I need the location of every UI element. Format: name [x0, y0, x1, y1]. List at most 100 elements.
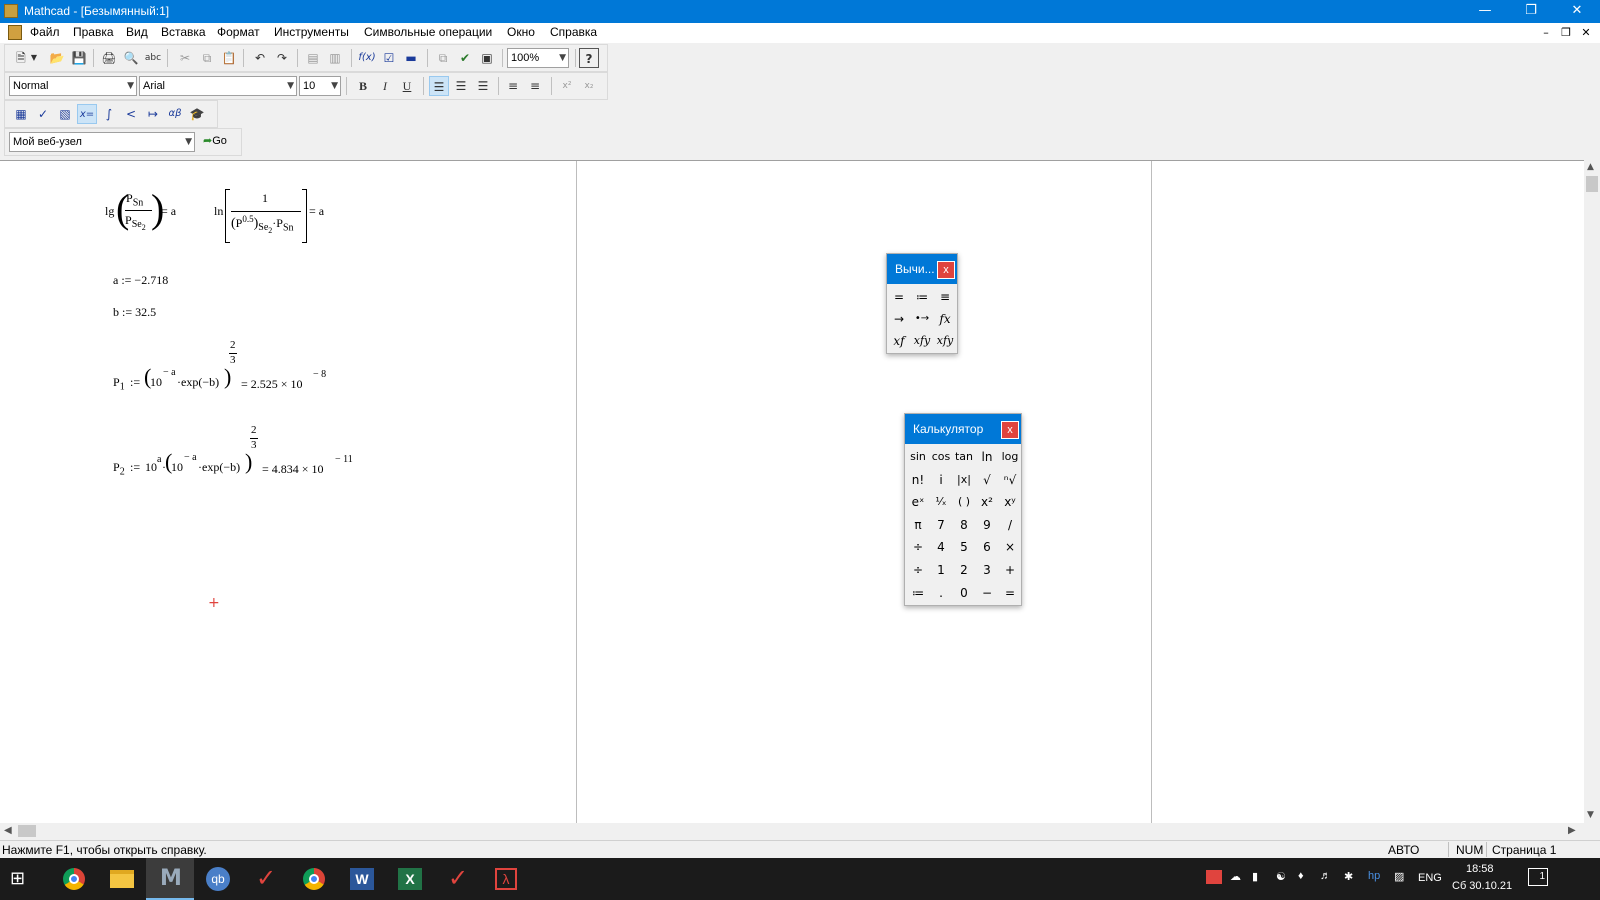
evaluation-palette-close-button[interactable]: x — [937, 261, 955, 279]
bold-button[interactable]: B — [353, 76, 373, 96]
calc-decimal-point-button[interactable]: . — [930, 582, 952, 604]
underline-button[interactable]: U — [397, 76, 417, 96]
calc-cos-button[interactable]: cos — [930, 446, 952, 468]
calc-digit-8-button[interactable]: 8 — [953, 514, 975, 536]
network-share-tray-icon[interactable]: ☁ — [1230, 870, 1241, 883]
zoom-select[interactable]: 100% ▼ — [507, 48, 569, 68]
calc-pi-button[interactable]: π — [907, 514, 929, 536]
calc-log-button[interactable]: log — [999, 446, 1021, 468]
menu-file[interactable]: Файл — [30, 25, 60, 39]
save-icon[interactable]: 💾 — [69, 48, 89, 68]
component-wizard-icon[interactable]: ⧉ — [433, 48, 453, 68]
menu-tools[interactable]: Инструменты — [274, 25, 349, 39]
equation-ln[interactable]: ln 1 (P0.5)Se2·PSn = a — [214, 189, 344, 247]
open-icon[interactable]: 📂 — [47, 48, 67, 68]
calc-square-button[interactable]: x² — [976, 491, 998, 513]
calc-imaginary-button[interactable]: i — [930, 469, 952, 491]
programming-toolbar-icon[interactable]: ↦ — [143, 104, 163, 124]
help-icon[interactable]: ? — [579, 48, 599, 68]
close-button[interactable]: ✕ — [1554, 0, 1600, 23]
calc-abs-button[interactable]: |x| — [953, 469, 975, 491]
calc-factorial-button[interactable]: n! — [907, 469, 929, 491]
calculus-toolbar-icon[interactable]: ∫ — [99, 104, 119, 124]
cut-icon[interactable]: ✂ — [175, 48, 195, 68]
security-tray-icon[interactable]: ♦ — [1298, 870, 1304, 882]
calc-digit-9-button[interactable]: 9 — [976, 514, 998, 536]
graph-toolbar-icon[interactable]: ✓ — [33, 104, 53, 124]
print-preview-icon[interactable]: 🔍 — [121, 48, 141, 68]
font-select[interactable]: Arial ▼ — [139, 76, 297, 96]
calc-exp-button[interactable]: eˣ — [907, 491, 929, 513]
global-definition-button[interactable]: ≡ — [934, 286, 956, 308]
treefix-operator-button[interactable]: xfy — [934, 330, 956, 352]
notification-center-icon[interactable]: 1 — [1528, 868, 1548, 886]
print-icon[interactable]: 🖨 — [99, 48, 119, 68]
language-indicator[interactable]: ENG — [1418, 872, 1442, 884]
ime-tray-icon[interactable]: ▨ — [1394, 870, 1404, 883]
qbittorrent-taskbar-icon[interactable]: qb — [194, 858, 242, 900]
mdi-restore-button[interactable]: ❐ — [1558, 25, 1574, 41]
calc-define-button[interactable]: ≔ — [907, 582, 929, 604]
bullets-icon[interactable]: ≡ — [503, 76, 523, 96]
calc-divide-button[interactable]: / — [999, 514, 1021, 536]
menu-symbolics[interactable]: Символьные операции — [364, 25, 492, 39]
greek-toolbar-icon[interactable]: αβ — [165, 104, 185, 124]
prefix-operator-button[interactable]: fx — [934, 308, 956, 330]
calc-parentheses-button[interactable]: ( ) — [953, 491, 975, 513]
new-dropdown-icon[interactable]: ▼ — [29, 48, 39, 68]
calc-sqrt-button[interactable]: √ — [976, 469, 998, 491]
align-right-icon[interactable]: ☰ — [473, 76, 493, 96]
align-center-icon[interactable]: ☰ — [451, 76, 471, 96]
menu-help[interactable]: Справка — [550, 25, 597, 39]
minimize-button[interactable]: — — [1462, 0, 1508, 23]
definition-a[interactable]: a := −2.718 — [113, 273, 168, 288]
calc-power-button[interactable]: xʸ — [999, 491, 1021, 513]
mdi-close-button[interactable]: ✕ — [1578, 25, 1594, 41]
hp-tray-icon[interactable]: hp — [1368, 870, 1380, 882]
calc-digit-4-button[interactable]: 4 — [930, 536, 952, 558]
scroll-up-icon[interactable]: ▲ — [1587, 162, 1594, 172]
spellcheck-icon[interactable]: abc — [143, 48, 163, 68]
infix-operator-button[interactable]: xfy — [911, 330, 933, 352]
equation-lg[interactable]: lg ( PSn PSe2 ) = a — [105, 187, 190, 237]
resources-icon[interactable]: ✔ — [455, 48, 475, 68]
italic-button[interactable]: I — [375, 76, 395, 96]
horizontal-scrollbar[interactable]: ◀ ▶ — [0, 823, 1584, 840]
paste-icon[interactable]: 📋 — [219, 48, 239, 68]
keyword-evaluate-button[interactable]: •→ — [911, 308, 933, 330]
vertical-scrollbar[interactable]: ▲ ▼ — [1584, 160, 1600, 823]
align-left-icon[interactable]: ☰ — [429, 76, 449, 96]
calculate-icon[interactable]: ▬ — [401, 48, 421, 68]
superscript-icon[interactable]: x² — [557, 76, 577, 96]
undo-icon[interactable]: ↶ — [250, 48, 270, 68]
document-icon[interactable] — [8, 25, 22, 40]
calc-sin-button[interactable]: sin — [907, 446, 929, 468]
insert-region-icon[interactable]: ▣ — [477, 48, 497, 68]
matrix-toolbar-icon[interactable]: ▧ — [55, 104, 75, 124]
web-address-select[interactable]: Мой веб-узел ▼ — [9, 132, 195, 152]
subscript-icon[interactable]: x₂ — [579, 76, 599, 96]
calc-digit-3-button[interactable]: 3 — [976, 559, 998, 581]
copy-icon[interactable]: ⧉ — [197, 48, 217, 68]
go-button[interactable]: ➦Go — [203, 134, 227, 147]
worksheet[interactable]: lg ( PSn PSe2 ) = a ln 1 (P0.5)Se2·PSn =… — [0, 160, 1584, 824]
scroll-down-icon[interactable]: ▼ — [1587, 810, 1594, 820]
windows-start-icon[interactable]: ⊞ — [10, 868, 25, 889]
new-icon[interactable]: 🗎 — [11, 48, 31, 68]
calc-digit-7-button[interactable]: 7 — [930, 514, 952, 536]
align-down-icon[interactable]: ▥ — [325, 48, 345, 68]
calc-mixed-number-button[interactable]: ÷ — [907, 536, 929, 558]
menu-insert[interactable]: Вставка — [161, 25, 206, 39]
file-explorer-taskbar-icon[interactable] — [98, 858, 146, 900]
insert-function-icon[interactable]: f(x) — [357, 48, 377, 68]
clock-date[interactable]: Сб 30.10.21 — [1452, 880, 1512, 892]
chrome-taskbar-icon[interactable] — [50, 858, 98, 900]
menu-edit[interactable]: Правка — [73, 25, 114, 39]
menu-view[interactable]: Вид — [126, 25, 148, 39]
horizontal-scroll-thumb[interactable] — [18, 825, 36, 837]
vivaldi-taskbar-icon-2[interactable]: ✓ — [434, 858, 482, 900]
excel-taskbar-icon[interactable]: X — [386, 858, 434, 900]
calc-multiply-button[interactable]: × — [999, 536, 1021, 558]
symbolic-evaluate-button[interactable]: → — [888, 308, 910, 330]
style-select[interactable]: Normal ▼ — [9, 76, 137, 96]
